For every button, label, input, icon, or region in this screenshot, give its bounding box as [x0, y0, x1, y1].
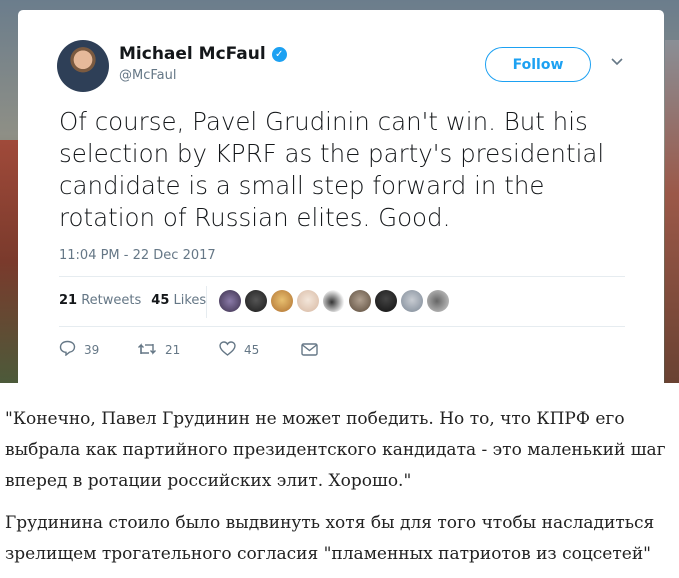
liker-avatar[interactable] [271, 290, 293, 312]
retweets-stat[interactable]: 21 Retweets [59, 293, 141, 308]
background-building-right [665, 40, 679, 383]
like-button[interactable]: 45 [219, 340, 301, 360]
likes-label: Likes [173, 293, 207, 308]
background-building-left [0, 140, 18, 383]
reply-count: 39 [84, 343, 100, 357]
divider [59, 326, 625, 327]
retweet-icon [137, 341, 157, 360]
article-paragraph: Грудинина стоило было выдвинуть хотя бы … [5, 513, 655, 564]
liker-avatar[interactable] [219, 290, 241, 312]
engagement-stats: 21 Retweets 45 Likes [59, 293, 206, 308]
follow-button[interactable]: Follow [485, 47, 591, 82]
reply-icon [59, 340, 76, 360]
divider [59, 276, 625, 277]
like-count: 45 [244, 343, 260, 357]
author-handle[interactable]: @McFaul [119, 68, 176, 83]
chevron-down-icon[interactable] [611, 54, 623, 70]
liker-avatar[interactable] [349, 290, 371, 312]
liker-avatar[interactable] [375, 290, 397, 312]
verified-badge-icon: ✓ [271, 46, 287, 62]
likes-count: 45 [151, 293, 170, 308]
liker-avatar[interactable] [323, 290, 345, 312]
liker-avatar[interactable] [401, 290, 423, 312]
tweet-card: Michael McFaul ✓ @McFaul Follow Of cours… [18, 10, 664, 383]
author-name[interactable]: Michael McFaul [119, 44, 266, 64]
liker-avatar[interactable] [245, 290, 267, 312]
retweet-count: 21 [165, 343, 181, 357]
liker-avatar[interactable] [427, 290, 449, 312]
retweets-count: 21 [59, 293, 78, 308]
liker-avatars [219, 290, 449, 312]
tweet-actions: 39 21 45 [59, 340, 318, 360]
avatar[interactable] [57, 40, 109, 92]
article-paragraph: "Конечно, Павел Грудинин не может победи… [5, 409, 666, 491]
reply-button[interactable]: 39 [59, 340, 137, 360]
retweets-label: Retweets [81, 293, 142, 308]
tweet-timestamp[interactable]: 11:04 PM - 22 Dec 2017 [59, 248, 216, 263]
heart-icon [219, 340, 236, 360]
envelope-icon [301, 341, 318, 360]
likes-stat[interactable]: 45 Likes [151, 293, 206, 308]
author-name-row[interactable]: Michael McFaul ✓ [119, 44, 287, 64]
liker-avatar[interactable] [297, 290, 319, 312]
stat-separator [206, 286, 207, 318]
retweet-button[interactable]: 21 [137, 341, 219, 360]
message-button[interactable] [301, 341, 318, 360]
tweet-text: Of course, Pavel Grudinin can't win. But… [59, 107, 605, 232]
